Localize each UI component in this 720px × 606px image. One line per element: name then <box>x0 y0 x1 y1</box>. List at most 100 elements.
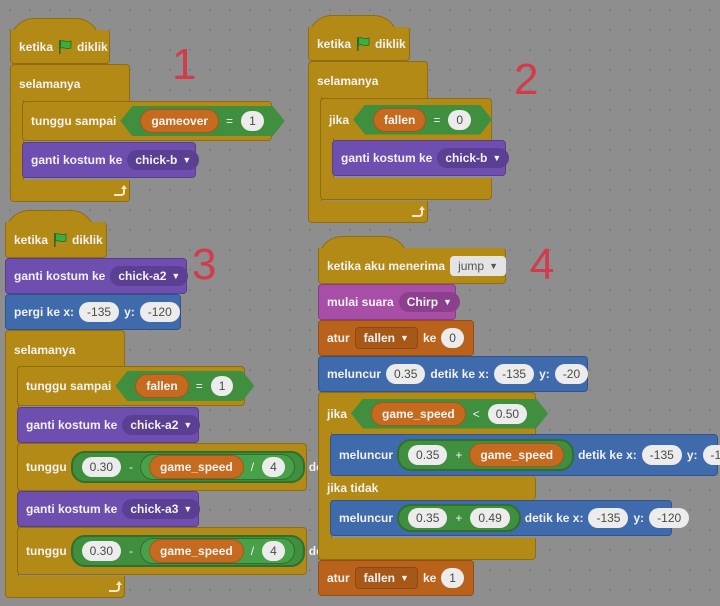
seconds-input[interactable]: 0.35 <box>386 364 426 384</box>
when-flag-clicked-block[interactable]: ketika diklik <box>10 30 110 64</box>
number-input[interactable]: 0.30 <box>81 541 122 561</box>
if-block[interactable]: jika fallen = 0 <box>320 98 492 140</box>
variable-value: fallen <box>363 571 396 585</box>
start-sound-block[interactable]: mulai suara Chirp ▼ <box>318 284 460 320</box>
go-to-xy-block[interactable]: pergi ke x: -135 y: -120 <box>5 294 181 330</box>
number-input[interactable]: 0.35 <box>408 508 448 528</box>
value-input[interactable]: 1 <box>441 568 464 588</box>
switch-costume-label: ganti kostum ke <box>341 151 433 165</box>
green-flag-icon <box>52 232 68 248</box>
number-input[interactable]: 0.35 <box>408 445 448 465</box>
caret-down-icon: ▼ <box>443 297 452 307</box>
number-input[interactable]: 4 <box>262 541 285 561</box>
forever-block[interactable]: selamanya <box>308 61 428 99</box>
loop-arrow-icon <box>106 580 122 594</box>
when-i-receive-block[interactable]: ketika aku menerima jump ▼ <box>318 248 507 284</box>
if-label: jika <box>327 406 348 421</box>
forever-label: selamanya <box>317 74 379 88</box>
divide-operator[interactable]: game_speed / 4 <box>140 538 295 564</box>
glide-block[interactable]: meluncur 0.35 detik ke x: -135 y: -20 <box>318 356 589 392</box>
divide-operator[interactable]: game_speed / 4 <box>140 454 295 480</box>
when-label: ketika <box>19 39 54 54</box>
when-flag-clicked-block[interactable]: ketika diklik <box>308 27 410 61</box>
variable-reporter[interactable]: fallen <box>373 108 426 132</box>
glide-block[interactable]: meluncur 0.35 + game_speed detik ke x: -… <box>330 434 720 476</box>
y-label: y: <box>686 448 698 462</box>
costume-dropdown[interactable]: chick-a2 ▼ <box>110 266 189 286</box>
forever-label: selamanya <box>19 77 81 91</box>
costume-dropdown[interactable]: chick-b ▼ <box>127 150 200 170</box>
wait-seconds-block[interactable]: tunggu 0.30 - game_speed / 4 detik <box>17 527 337 575</box>
set-variable-block[interactable]: atur fallen ▼ ke 0 <box>318 320 474 356</box>
variable-reporter[interactable]: game_speed <box>469 443 565 467</box>
glide-label: meluncur <box>327 367 382 381</box>
number-input[interactable]: 0.30 <box>81 457 122 477</box>
set-label: atur <box>327 571 350 585</box>
equals-condition[interactable]: fallen = 1 <box>115 371 254 401</box>
costume-dropdown[interactable]: chick-a2 ▼ <box>122 415 201 435</box>
value-input[interactable]: 0 <box>448 110 471 130</box>
value-input[interactable]: 0 <box>441 328 464 348</box>
when-receive-label: ketika aku menerima <box>327 258 446 273</box>
less-than-symbol: < <box>472 406 480 421</box>
costume-value: chick-a2 <box>130 418 179 432</box>
glide-block[interactable]: meluncur 0.35 + 0.49 detik ke x: -135 y:… <box>330 500 690 536</box>
y-input[interactable]: -120 <box>649 508 690 528</box>
wait-seconds-block[interactable]: tunggu 0.30 - game_speed / 4 detik <box>17 443 337 491</box>
if-else-block[interactable]: jika game_speed < 0.50 <box>318 392 536 434</box>
add-operator[interactable]: 0.35 + 0.49 <box>397 504 521 532</box>
number-input[interactable]: 4 <box>262 457 285 477</box>
set-variable-block[interactable]: atur fallen ▼ ke 1 <box>318 560 474 596</box>
equals-condition[interactable]: fallen = 0 <box>353 105 492 135</box>
forever-label: selamanya <box>14 343 76 357</box>
switch-costume-label: ganti kostum ke <box>14 269 106 283</box>
message-dropdown[interactable]: jump ▼ <box>450 255 507 276</box>
subtract-operator[interactable]: 0.30 - game_speed / 4 <box>70 451 305 483</box>
forever-block[interactable]: selamanya <box>5 330 125 368</box>
set-label: atur <box>327 331 350 345</box>
annotation-number-3: 3 <box>192 240 217 289</box>
equals-condition[interactable]: gameover = 1 <box>120 106 284 136</box>
value-input[interactable]: 0.50 <box>488 404 527 424</box>
caret-down-icon: ▼ <box>183 504 193 514</box>
costume-dropdown[interactable]: chick-a3 ▼ <box>122 499 201 519</box>
x-input[interactable]: -135 <box>588 508 629 528</box>
subtract-operator[interactable]: 0.30 - game_speed / 4 <box>70 535 305 567</box>
switch-costume-block[interactable]: ganti kostum ke chick-a2 ▼ <box>5 258 189 294</box>
sound-value: Chirp <box>406 295 439 309</box>
variable-reporter[interactable]: fallen <box>135 374 188 398</box>
variable-dropdown[interactable]: fallen ▼ <box>354 327 418 349</box>
y-input[interactable]: -120 <box>702 445 720 465</box>
if-foot <box>320 178 492 200</box>
variable-reporter[interactable]: game_speed <box>149 539 244 563</box>
switch-costume-block[interactable]: ganti kostum ke chick-a2 ▼ <box>17 407 201 443</box>
x-input[interactable]: -135 <box>79 302 120 322</box>
annotation-number-4: 4 <box>530 240 555 289</box>
variable-reporter[interactable]: game_speed <box>149 455 244 479</box>
sound-dropdown[interactable]: Chirp ▼ <box>398 292 460 312</box>
switch-costume-block[interactable]: ganti kostum ke chick-b ▼ <box>332 140 510 176</box>
switch-costume-block[interactable]: ganti kostum ke chick-a3 ▼ <box>17 491 201 527</box>
variable-dropdown[interactable]: fallen ▼ <box>354 567 418 589</box>
x-input[interactable]: -135 <box>641 445 682 465</box>
switch-costume-block[interactable]: ganti kostum ke chick-b ▼ <box>22 142 200 178</box>
less-than-condition[interactable]: game_speed < 0.50 <box>351 399 548 429</box>
caret-down-icon: ▼ <box>183 420 193 430</box>
y-input[interactable]: -20 <box>554 364 589 384</box>
clicked-label: diklik <box>72 232 103 247</box>
forever-block[interactable]: selamanya <box>10 64 130 102</box>
when-flag-clicked-block[interactable]: ketika diklik <box>5 222 107 258</box>
value-input[interactable]: 1 <box>211 376 234 396</box>
wait-until-block[interactable]: tunggu sampai gameover = 1 <box>22 101 272 141</box>
else-label: jika tidak <box>327 481 379 495</box>
costume-dropdown[interactable]: chick-b ▼ <box>437 148 510 168</box>
variable-reporter[interactable]: game_speed <box>371 402 466 426</box>
x-input[interactable]: -135 <box>494 364 535 384</box>
number-input[interactable]: 0.49 <box>470 508 510 528</box>
value-input[interactable]: 1 <box>241 111 264 131</box>
y-input[interactable]: -120 <box>139 302 180 322</box>
add-operator[interactable]: 0.35 + game_speed <box>397 439 575 471</box>
wait-until-block[interactable]: tunggu sampai fallen = 1 <box>17 366 245 406</box>
equals-symbol: = <box>433 112 441 127</box>
variable-reporter[interactable]: gameover <box>140 109 219 133</box>
